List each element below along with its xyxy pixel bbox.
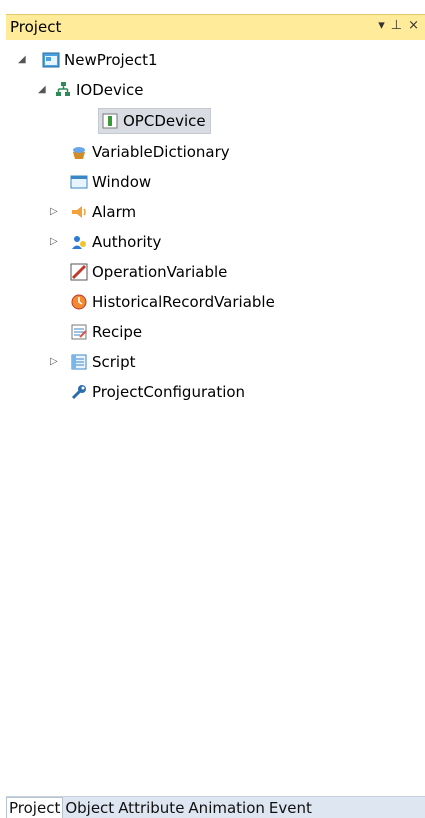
recipe-icon bbox=[71, 324, 87, 340]
tab-attribute[interactable]: Attribute bbox=[118, 798, 188, 818]
collapse-arrow-icon[interactable]: ◢ bbox=[18, 55, 28, 65]
tree-node-authority[interactable]: ▷ Authority bbox=[50, 228, 161, 256]
pin-icon[interactable]: ⊥ bbox=[391, 18, 402, 33]
dropdown-icon[interactable]: ▾ bbox=[378, 18, 385, 33]
close-icon[interactable]: × bbox=[408, 18, 419, 33]
tree-node-recipe[interactable]: Recipe bbox=[70, 318, 142, 346]
alarm-icon bbox=[72, 206, 86, 218]
expand-arrow-icon[interactable]: ▷ bbox=[50, 237, 60, 247]
network-icon bbox=[56, 82, 70, 96]
tree-node-operationvariable[interactable]: OperationVariable bbox=[70, 258, 227, 286]
project-tree: ◢ NewProject1 ◢ IODevice OPCDevice Varia… bbox=[6, 40, 425, 795]
tree-node-opcdevice[interactable]: OPCDevice bbox=[98, 108, 211, 134]
expand-arrow-icon[interactable]: ▷ bbox=[50, 207, 60, 217]
title-controls: ▾ ⊥ × bbox=[378, 18, 419, 33]
tree-label-historicalrecordvariable: HistoricalRecordVariable bbox=[92, 293, 275, 311]
tree-label-authority: Authority bbox=[92, 233, 162, 251]
tree-node-newproject1[interactable]: ◢ NewProject1 bbox=[18, 46, 158, 74]
tree-label-opcdevice: OPCDevice bbox=[123, 112, 206, 130]
users-icon bbox=[72, 236, 86, 249]
tree-label-alarm: Alarm bbox=[92, 203, 137, 221]
tree-node-alarm[interactable]: ▷ Alarm bbox=[50, 198, 136, 226]
tree-label-operationvariable: OperationVariable bbox=[92, 263, 228, 281]
panel-title: Project bbox=[10, 18, 62, 36]
tree-label-recipe: Recipe bbox=[92, 323, 143, 341]
script-icon bbox=[71, 354, 87, 370]
tab-object[interactable]: Object bbox=[65, 798, 118, 818]
project-icon bbox=[42, 52, 60, 68]
tree-node-window[interactable]: Window bbox=[70, 168, 151, 196]
tree-node-projectconfiguration[interactable]: ProjectConfiguration bbox=[70, 378, 245, 406]
expand-arrow-icon[interactable]: ▷ bbox=[50, 357, 60, 367]
history-clock-icon bbox=[71, 294, 87, 310]
bottom-tab-bar: Project Object Attribute Animation Event bbox=[6, 796, 425, 818]
tree-label-iodevice: IODevice bbox=[76, 81, 144, 99]
tab-animation[interactable]: Animation bbox=[188, 798, 268, 818]
project-panel: Project ▾ ⊥ × ◢ NewProject1 ◢ IODevice O… bbox=[0, 0, 425, 818]
tree-label-window: Window bbox=[92, 173, 152, 191]
tab-project[interactable]: Project bbox=[6, 797, 64, 818]
wrench-icon bbox=[71, 385, 86, 400]
tree-label-projectconfiguration: ProjectConfiguration bbox=[92, 383, 246, 401]
dictionary-icon bbox=[73, 147, 85, 159]
tree-label-variabledictionary: VariableDictionary bbox=[92, 143, 230, 161]
tab-event[interactable]: Event bbox=[269, 798, 316, 818]
tree-node-variabledictionary[interactable]: VariableDictionary bbox=[70, 138, 230, 166]
operation-variable-icon bbox=[70, 263, 88, 281]
tree-label-newproject1: NewProject1 bbox=[64, 51, 158, 69]
panel-title-bar: Project ▾ ⊥ × bbox=[6, 14, 425, 40]
tree-node-iodevice[interactable]: ◢ IODevice bbox=[38, 76, 144, 104]
collapse-arrow-icon[interactable]: ◢ bbox=[38, 85, 48, 95]
window-icon bbox=[70, 175, 88, 189]
tree-label-script: Script bbox=[92, 353, 136, 371]
tree-node-historicalrecordvariable[interactable]: HistoricalRecordVariable bbox=[70, 288, 275, 316]
tree-node-script[interactable]: ▷ Script bbox=[50, 348, 136, 376]
opc-device-icon bbox=[102, 113, 118, 129]
